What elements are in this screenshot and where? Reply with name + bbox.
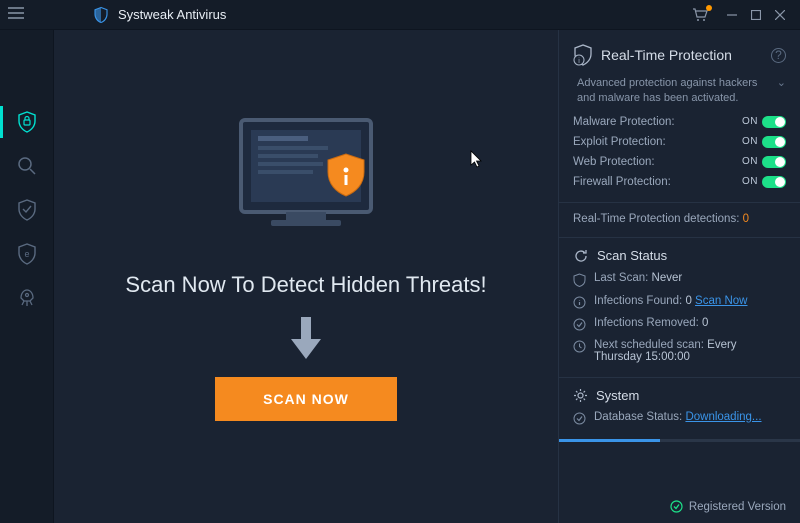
toggle-web: Web Protection: ON bbox=[573, 156, 786, 168]
info-icon bbox=[573, 296, 586, 309]
rt-description: Advanced protection against hackers and … bbox=[577, 76, 769, 106]
hamburger-icon bbox=[8, 7, 24, 19]
search-icon bbox=[17, 156, 37, 176]
sidebar: e bbox=[0, 30, 54, 523]
titlebar: Systweak Antivirus bbox=[0, 0, 800, 30]
app-logo-icon bbox=[92, 6, 110, 24]
toggle-label: Exploit Protection: bbox=[573, 136, 742, 148]
hero-headline: Scan Now To Detect Hidden Threats! bbox=[125, 270, 486, 300]
toggle-switch[interactable] bbox=[762, 176, 786, 188]
toggle-label: Malware Protection: bbox=[573, 116, 742, 128]
toggle-label: Web Protection: bbox=[573, 156, 742, 168]
shield-small-icon bbox=[573, 273, 586, 287]
sidebar-item-quarantine[interactable]: e bbox=[0, 232, 54, 276]
db-status-value[interactable]: Downloading... bbox=[685, 411, 761, 423]
last-scan-row: Last Scan: Never bbox=[573, 272, 786, 287]
maximize-icon bbox=[751, 10, 761, 20]
monitor-illustration bbox=[216, 112, 396, 252]
arrow-down-icon bbox=[289, 317, 323, 359]
minimize-button[interactable] bbox=[720, 3, 744, 27]
close-button[interactable] bbox=[768, 3, 792, 27]
app-title: Systweak Antivirus bbox=[118, 7, 226, 22]
toggle-malware: Malware Protection: ON bbox=[573, 116, 786, 128]
check-circle-icon bbox=[573, 318, 586, 331]
next-scan-row: Next scheduled scan: Every Thursday 15:0… bbox=[573, 339, 786, 363]
shield-lock-icon bbox=[17, 111, 37, 133]
clock-icon bbox=[573, 340, 586, 353]
gear-icon bbox=[573, 388, 588, 403]
rt-detections: Real-Time Protection detections: 0 bbox=[573, 213, 786, 225]
scan-now-button[interactable]: SCAN NOW bbox=[215, 377, 397, 421]
rocket-icon bbox=[17, 288, 37, 308]
hero-panel: Scan Now To Detect Hidden Threats! SCAN … bbox=[54, 30, 558, 523]
toggle-switch[interactable] bbox=[762, 136, 786, 148]
svg-text:e: e bbox=[24, 249, 29, 259]
rt-heading-text: Real-Time Protection bbox=[601, 47, 732, 63]
chevron-down-icon: ⌄ bbox=[777, 76, 786, 91]
maximize-button[interactable] bbox=[744, 3, 768, 27]
db-status-row: Database Status: Downloading... bbox=[573, 411, 786, 425]
sidebar-item-tools[interactable] bbox=[0, 276, 54, 320]
footer: Registered Version bbox=[573, 492, 786, 523]
registered-label: Registered Version bbox=[689, 501, 786, 513]
shield-check-icon bbox=[17, 199, 37, 221]
scan-status-heading: Scan Status bbox=[573, 248, 786, 264]
toggle-exploit: Exploit Protection: ON bbox=[573, 136, 786, 148]
toggle-switch[interactable] bbox=[762, 116, 786, 128]
system-heading: System bbox=[573, 388, 786, 403]
sidebar-item-protection[interactable] bbox=[0, 188, 54, 232]
check-circle-green-icon bbox=[670, 500, 683, 513]
help-button[interactable]: ? bbox=[771, 48, 786, 63]
infections-found-row: Infections Found: 0 Scan Now bbox=[573, 295, 786, 309]
cart-button[interactable] bbox=[688, 3, 712, 27]
refresh-icon bbox=[573, 248, 589, 264]
toggle-label: Firewall Protection: bbox=[573, 176, 742, 188]
check-circle-icon bbox=[573, 412, 586, 425]
sidebar-item-scan[interactable] bbox=[0, 144, 54, 188]
infections-removed-row: Infections Removed: 0 bbox=[573, 317, 786, 331]
toggle-switch[interactable] bbox=[762, 156, 786, 168]
shield-e-icon: e bbox=[17, 243, 37, 265]
rt-heading: i Real-Time Protection ? bbox=[573, 44, 786, 66]
right-panel: i Real-Time Protection ? Advanced protec… bbox=[558, 30, 800, 523]
close-icon bbox=[775, 10, 785, 20]
sidebar-item-status[interactable] bbox=[0, 100, 54, 144]
rt-description-row[interactable]: Advanced protection against hackers and … bbox=[573, 76, 786, 106]
download-progress bbox=[559, 439, 800, 442]
hamburger-menu[interactable] bbox=[8, 7, 44, 22]
toggle-firewall: Firewall Protection: ON bbox=[573, 176, 786, 188]
minimize-icon bbox=[727, 10, 737, 20]
shield-info-icon: i bbox=[573, 44, 593, 66]
cart-badge bbox=[706, 5, 712, 11]
rt-detections-count: 0 bbox=[743, 213, 749, 225]
scan-now-link[interactable]: Scan Now bbox=[695, 295, 747, 307]
